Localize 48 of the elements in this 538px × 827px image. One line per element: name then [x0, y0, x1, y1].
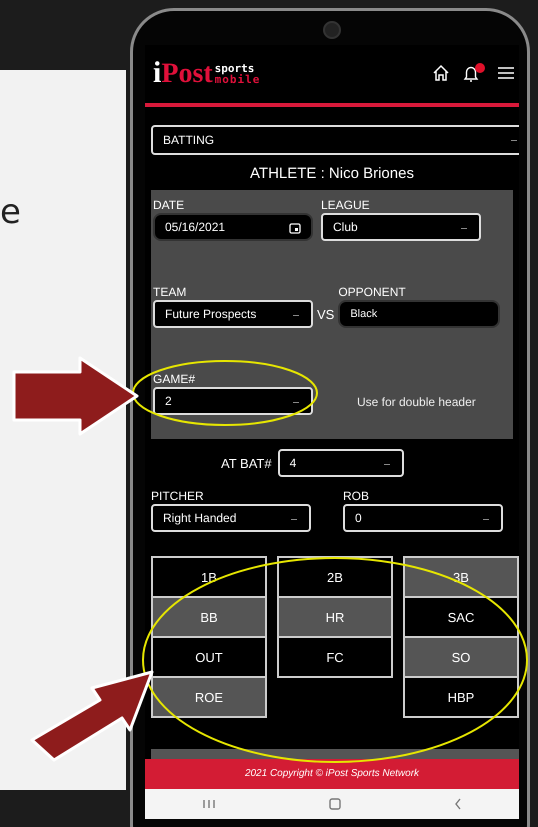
arrow-icon: [12, 356, 138, 436]
opponent-field[interactable]: Black: [338, 300, 500, 328]
caret-icon: [483, 519, 489, 520]
team-select[interactable]: Future Prospects: [153, 300, 313, 328]
caret-icon: [511, 140, 517, 141]
copyright-footer: 2021 Copyright © iPost Sports Network: [145, 759, 519, 789]
back-icon[interactable]: [454, 798, 462, 810]
menu-icon[interactable]: [497, 66, 515, 80]
field-label: TEAM: [153, 285, 188, 300]
result-button[interactable]: 2B: [277, 556, 393, 598]
caret-icon: [461, 228, 467, 229]
result-button[interactable]: BB: [151, 596, 267, 638]
game-note: Use for double header: [357, 395, 476, 411]
caret-icon: [384, 464, 390, 465]
caret-icon: [293, 402, 299, 403]
arrow-icon: [30, 670, 154, 762]
field-label: AT BAT#: [221, 456, 272, 470]
result-button[interactable]: HR: [277, 596, 393, 638]
home-icon[interactable]: [431, 63, 451, 83]
field-label: ROB: [343, 489, 370, 504]
field-label: DATE: [153, 198, 186, 213]
result-button[interactable]: OUT: [151, 636, 267, 678]
date-field[interactable]: 05/16/2021: [153, 213, 313, 241]
versus-label: VS: [317, 307, 334, 324]
bell-icon[interactable]: [461, 62, 487, 84]
at-bat-select[interactable]: 4: [278, 449, 404, 477]
league-select[interactable]: Club: [321, 213, 481, 241]
result-button[interactable]: SO: [403, 636, 519, 678]
athlete-name: ATHLETE : Nico Briones: [249, 164, 415, 184]
result-button[interactable]: FC: [277, 636, 393, 678]
field-label: OPPONENT: [338, 285, 407, 300]
field-label: GAME#: [153, 372, 196, 387]
home-button-icon[interactable]: [328, 798, 341, 810]
category-select[interactable]: BATTING: [151, 125, 519, 155]
recent-apps-icon[interactable]: [202, 799, 216, 809]
camera-icon: [323, 21, 341, 39]
result-button[interactable]: SAC: [403, 596, 519, 638]
result-button[interactable]: HBP: [403, 676, 519, 718]
slide-text: e: [0, 192, 21, 232]
result-button[interactable]: ROE: [151, 676, 267, 718]
field-label: PITCHER: [151, 489, 205, 504]
caret-icon: [291, 519, 297, 520]
rob-select[interactable]: 0: [343, 504, 503, 532]
caret-icon: [293, 315, 299, 316]
field-label: LEAGUE: [321, 198, 371, 213]
calendar-icon: [289, 222, 301, 234]
game-select[interactable]: 2: [153, 387, 313, 415]
pitcher-select[interactable]: Right Handed: [151, 504, 311, 532]
